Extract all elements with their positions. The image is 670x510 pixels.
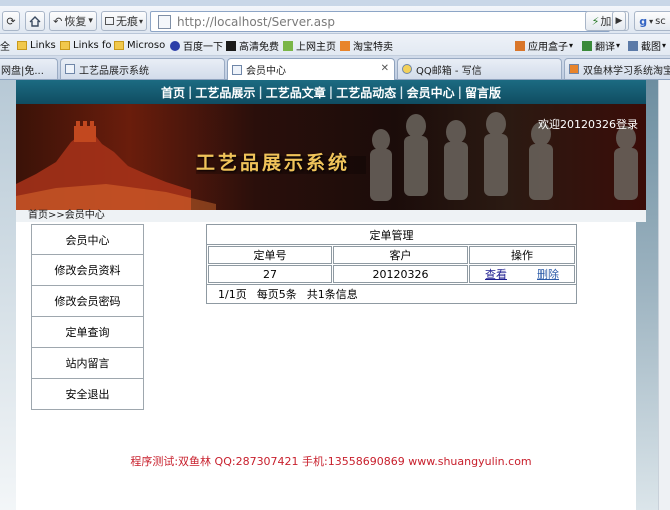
site-top-nav: 首页 | 工艺品展示 | 工艺品文章 | 工艺品动态 | 会员中心 | 留言版 <box>16 80 646 104</box>
app-box-icon <box>515 40 525 51</box>
page-content: 首页 | 工艺品展示 | 工艺品文章 | 工艺品动态 | 会员中心 | 留言版 工艺品展示… <box>0 80 670 510</box>
nav-home[interactable]: 首页 <box>159 84 187 101</box>
translate-icon <box>582 40 592 51</box>
image-icon <box>104 17 114 25</box>
home-button[interactable] <box>25 11 45 31</box>
bookmarks-bar: 全 Links Links fo Microso 百度一下 高清免费 上网主页 … <box>0 34 670 56</box>
scissors-icon <box>628 40 638 51</box>
undo-icon: ↶ <box>53 14 63 28</box>
menu-change-password[interactable]: 修改会员密码 <box>31 286 144 317</box>
pager-total: 共1条信息 <box>306 288 358 301</box>
taobao-icon <box>340 40 350 51</box>
tab-strip: 网盘|免... 工艺品展示系统 会员中心 ✕ QQ邮箱 - 写信 双鱼林学习系统… <box>0 56 670 80</box>
member-menu: 会员中心 修改会员资料 修改会员密码 定单查询 站内留言 安全退出 <box>31 224 144 410</box>
nav-crafts-articles[interactable]: 工艺品文章 <box>264 84 328 101</box>
bookmark-item[interactable]: 百度一下 <box>170 38 223 53</box>
pager-page: 1/1页 <box>218 288 247 301</box>
site-footer: 程序测试:双鱼林 QQ:287307421 手机:13558690869 www… <box>130 455 532 468</box>
close-tab-icon[interactable]: ✕ <box>381 63 389 74</box>
menu-site-messages[interactable]: 站内留言 <box>31 348 144 379</box>
breadcrumb-text[interactable]: 首页>>会员中心 <box>28 210 105 221</box>
cell-customer: 20120326 <box>333 265 468 283</box>
table-caption: 定单管理 <box>207 225 576 245</box>
folder-icon <box>17 41 27 50</box>
table-pager: 1/1页 每页5条 共1条信息 <box>207 284 576 303</box>
nav-message-board[interactable]: 留言版 <box>463 84 503 101</box>
play-icon: ▶ <box>615 16 623 26</box>
bookmark-item[interactable]: 全 <box>0 38 10 53</box>
taobao-icon <box>569 64 579 74</box>
translate-button[interactable]: 翻译 ▾ <box>582 38 620 53</box>
welcome-text: 欢迎20120326登录 <box>538 118 638 131</box>
home-page-icon <box>283 40 293 51</box>
folder-icon <box>114 41 124 50</box>
browser-chrome: ⟳ ↶ 恢复 ▾ 无痕 ▾ http://localhost/Server.as… <box>0 0 670 80</box>
menu-order-query[interactable]: 定单查询 <box>31 317 144 348</box>
bookmark-item[interactable]: 淘宝特卖 <box>340 38 393 53</box>
refresh-button[interactable]: ⟳ <box>2 11 20 31</box>
banner-title: 工艺品展示系统 <box>196 152 351 174</box>
tab-member-center[interactable]: 会员中心 ✕ <box>227 58 395 80</box>
chevron-down-icon: ▾ <box>138 16 143 26</box>
bookmark-item[interactable]: Links <box>17 38 56 53</box>
table-row: 27 20120326 查看 删除 <box>207 265 576 284</box>
app-box-button[interactable]: 应用盒子 ▾ <box>515 38 573 53</box>
view-order-link[interactable]: 查看 <box>485 266 507 282</box>
header-order-no: 定单号 <box>208 246 332 264</box>
tab-crafts-system[interactable]: 工艺品展示系统 <box>60 58 225 79</box>
tab-wangpan[interactable]: 网盘|免... <box>0 58 58 79</box>
baidu-paw-icon <box>170 40 180 51</box>
no-image-button[interactable]: 无痕 ▾ <box>101 11 147 31</box>
no-image-label: 无痕 <box>115 15 138 28</box>
site-banner: 工艺品展示系统 欢迎20120326登录 <box>16 104 646 210</box>
address-bar[interactable]: http://localhost/Server.asp ▼ <box>150 11 610 32</box>
qq-mail-icon <box>402 64 412 74</box>
pager-per-page: 每页5条 <box>256 288 297 301</box>
folder-icon <box>60 41 70 50</box>
page-icon <box>65 64 75 74</box>
header-actions: 操作 <box>469 246 575 264</box>
bookmark-item[interactable]: Links fo <box>60 38 112 53</box>
page-icon <box>158 15 171 29</box>
lightning-icon: ⚡ <box>591 14 600 28</box>
order-management-table: 定单管理 定单号 客户 操作 27 20120326 查看 删除 1/1页 每页… <box>206 224 577 304</box>
bookmark-item[interactable]: 上网主页 <box>283 38 336 53</box>
forward-arrow-button[interactable]: ▶ <box>612 11 626 31</box>
search-engine-icon: g <box>639 14 648 28</box>
delete-order-link[interactable]: 删除 <box>537 266 559 282</box>
nav-member-center[interactable]: 会员中心 <box>405 84 457 101</box>
tab-qq-mail[interactable]: QQ邮箱 - 写信 <box>397 58 562 79</box>
table-header-row: 定单号 客户 操作 <box>207 246 576 265</box>
screenshot-button[interactable]: 截图 ▾ <box>628 38 666 53</box>
vertical-scrollbar[interactable] <box>658 80 670 510</box>
left-background <box>0 80 16 510</box>
page-icon <box>232 64 242 75</box>
tab-taobao-shop[interactable]: 双鱼林学习系统淘宝店 <box>564 58 670 79</box>
menu-edit-profile[interactable]: 修改会员资料 <box>31 255 144 286</box>
home-icon <box>29 15 41 27</box>
bookmark-item[interactable]: Microso <box>114 38 165 53</box>
menu-member-center[interactable]: 会员中心 <box>31 224 144 255</box>
restore-button[interactable]: ↶ 恢复 ▾ <box>49 11 97 31</box>
navigation-toolbar: ⟳ ↶ 恢复 ▾ 无痕 ▾ http://localhost/Server.as… <box>0 6 670 34</box>
restore-label: 恢复 <box>64 15 87 28</box>
menu-logout[interactable]: 安全退出 <box>31 379 144 410</box>
url-text[interactable]: http://localhost/Server.asp <box>177 15 335 29</box>
hd-m-icon <box>226 40 236 51</box>
refresh-icon: ⟳ <box>6 14 16 28</box>
cell-actions: 查看 删除 <box>469 265 575 283</box>
search-engine-dropdown-icon: ▾ <box>649 16 654 26</box>
breadcrumb: 首页>>会员中心 <box>16 210 646 222</box>
header-customer: 客户 <box>333 246 468 264</box>
search-engine-button[interactable]: g ▾ sc <box>634 11 670 31</box>
bookmark-item[interactable]: 高清免费 <box>226 38 279 53</box>
cell-order-no: 27 <box>208 265 332 283</box>
nav-crafts-news[interactable]: 工艺品动态 <box>334 84 398 101</box>
restore-dropdown-icon[interactable]: ▾ <box>88 16 93 26</box>
nav-crafts-display[interactable]: 工艺品展示 <box>193 84 257 101</box>
